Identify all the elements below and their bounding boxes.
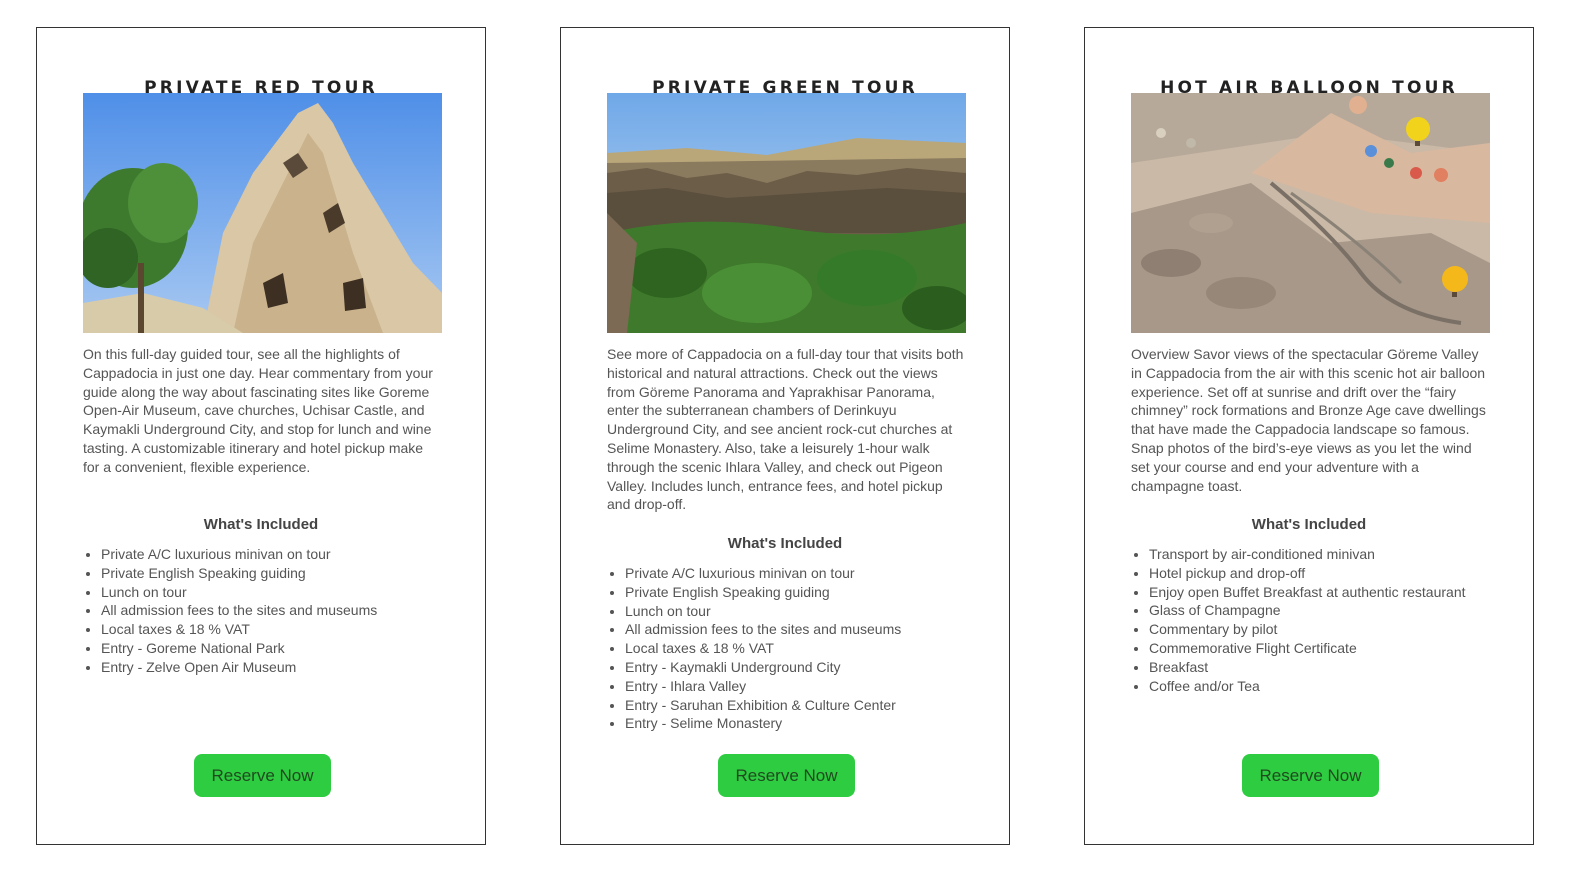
included-list: Private A/C luxurious minivan on tour Pr…: [83, 545, 461, 677]
list-item: All admission fees to the sites and muse…: [625, 620, 985, 639]
list-item: Commemorative Flight Certificate: [1149, 639, 1509, 658]
included-list: Private A/C luxurious minivan on tour Pr…: [607, 564, 985, 733]
list-item: Transport by air-conditioned minivan: [1149, 545, 1509, 564]
list-item: Hotel pickup and drop-off: [1149, 564, 1509, 583]
tour-description: See more of Cappadocia on a full-day tou…: [607, 346, 964, 513]
list-item: All admission fees to the sites and muse…: [101, 601, 461, 620]
reserve-now-button[interactable]: Reserve Now: [718, 754, 855, 797]
list-item: Local taxes & 18 % VAT: [625, 639, 985, 658]
list-item: Entry - Selime Monastery: [625, 714, 985, 733]
reserve-now-button[interactable]: Reserve Now: [194, 754, 331, 797]
tour-photo: [1131, 93, 1490, 333]
tour-card-balloon: HOT AIR BALLOON TOUR Overview Savor view…: [1084, 27, 1534, 845]
list-item: Breakfast: [1149, 658, 1509, 677]
list-item: Entry - Zelve Open Air Museum: [101, 658, 461, 677]
tour-photo: [83, 93, 442, 333]
list-item: Glass of Champagne: [1149, 601, 1509, 620]
tour-card-red: PRIVATE RED TOUR On this full-day guided…: [36, 27, 486, 845]
included-heading: What's Included: [727, 535, 843, 552]
list-item: Entry - Ihlara Valley: [625, 677, 985, 696]
list-item: Private A/C luxurious minivan on tour: [625, 564, 985, 583]
list-item: Lunch on tour: [101, 583, 461, 602]
list-item: Entry - Saruhan Exhibition & Culture Cen…: [625, 696, 985, 715]
list-item: Coffee and/or Tea: [1149, 677, 1509, 696]
list-item: Enjoy open Buffet Breakfast at authentic…: [1149, 583, 1509, 602]
tour-photo: [607, 93, 966, 333]
list-item: Private English Speaking guiding: [625, 583, 985, 602]
tour-description: Overview Savor views of the spectacular …: [1131, 346, 1486, 494]
included-heading: What's Included: [1251, 516, 1367, 533]
included-list: Transport by air-conditioned minivan Hot…: [1131, 545, 1509, 695]
tour-card-green: PRIVATE GREEN TOUR See more of Cappadoci…: [560, 27, 1010, 845]
tour-description: On this full-day guided tour, see all th…: [83, 346, 433, 475]
included-heading: What's Included: [203, 516, 319, 533]
list-item: Entry - Kaymakli Underground City: [625, 658, 985, 677]
list-item: Commentary by pilot: [1149, 620, 1509, 639]
list-item: Entry - Goreme National Park: [101, 639, 461, 658]
list-item: Local taxes & 18 % VAT: [101, 620, 461, 639]
reserve-now-button[interactable]: Reserve Now: [1242, 754, 1379, 797]
list-item: Private English Speaking guiding: [101, 564, 461, 583]
list-item: Lunch on tour: [625, 602, 985, 621]
list-item: Private A/C luxurious minivan on tour: [101, 545, 461, 564]
